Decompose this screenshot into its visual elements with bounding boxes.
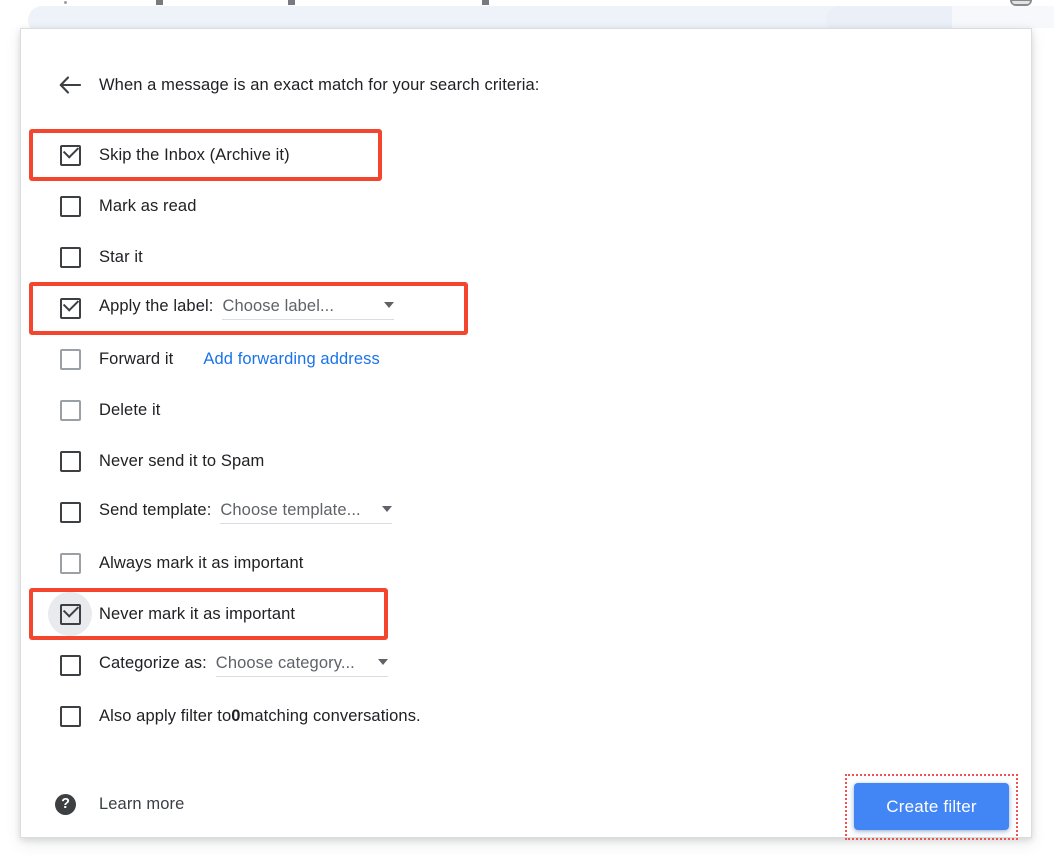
checkbox-box bbox=[59, 600, 81, 625]
checkbox-box bbox=[59, 348, 81, 370]
back-arrow-icon[interactable] bbox=[55, 70, 85, 100]
option-row-apply-label[interactable]: Apply the label: Choose label... bbox=[21, 291, 1031, 325]
chevron-down-icon bbox=[382, 506, 393, 512]
template-select-value: Choose template... bbox=[220, 500, 361, 519]
option-label: Never mark it as important bbox=[99, 604, 296, 623]
residual-search-bar bbox=[0, 0, 1054, 28]
checkbox-box bbox=[59, 654, 81, 676]
option-label: Send template: bbox=[99, 500, 212, 519]
checkbox-box bbox=[59, 552, 81, 574]
check-tick-icon bbox=[62, 600, 80, 618]
checkbox-box bbox=[59, 450, 81, 472]
checkbox-forward-it[interactable] bbox=[55, 344, 85, 374]
checkbox-never-mark-important[interactable] bbox=[48, 592, 92, 636]
checkbox-categorize-as[interactable] bbox=[55, 650, 85, 680]
option-row-star-it[interactable]: Star it bbox=[21, 240, 1031, 274]
add-forwarding-address-link[interactable]: Add forwarding address bbox=[203, 350, 379, 369]
option-row-forward-it[interactable]: Forward it Add forwarding address bbox=[21, 342, 1031, 376]
option-label-wrap: Send template: Choose template... bbox=[99, 500, 393, 524]
create-filter-button[interactable]: Create filter bbox=[854, 783, 1009, 830]
checkbox-also-apply-filter[interactable] bbox=[55, 701, 85, 731]
learn-more-label: Learn more bbox=[99, 794, 185, 813]
checkbox-box bbox=[59, 399, 81, 421]
option-row-skip-inbox[interactable]: Skip the Inbox (Archive it) bbox=[21, 138, 1031, 172]
chevron-down-icon bbox=[377, 659, 388, 665]
option-label: Delete it bbox=[99, 400, 161, 419]
option-label: Forward it bbox=[99, 349, 174, 368]
option-label: Never send it to Spam bbox=[99, 451, 265, 470]
checkbox-box bbox=[59, 501, 81, 523]
create-filter-card: When a message is an exact match for you… bbox=[20, 28, 1032, 840]
help-circle-icon: ? bbox=[55, 793, 76, 815]
chevron-down-icon bbox=[384, 302, 395, 308]
option-row-mark-as-read[interactable]: Mark as read bbox=[21, 189, 1031, 223]
checkbox-always-mark-important[interactable] bbox=[55, 548, 85, 578]
option-label: Apply the label: bbox=[99, 296, 214, 315]
checkbox-delete-it[interactable] bbox=[55, 395, 85, 425]
checkbox-box bbox=[59, 294, 81, 319]
ghost-dot bbox=[64, 1, 67, 4]
ghost-glyph bbox=[288, 0, 295, 5]
ghost-glyph bbox=[156, 0, 163, 5]
option-row-delete-it[interactable]: Delete it bbox=[21, 393, 1031, 427]
matching-conversations-count: 0 bbox=[231, 706, 241, 725]
option-label: Mark as read bbox=[99, 196, 197, 215]
checkbox-skip-inbox[interactable] bbox=[55, 140, 85, 170]
label-select-dropdown[interactable]: Choose label... bbox=[222, 296, 395, 320]
checkbox-box bbox=[59, 705, 81, 727]
page-title: When a message is an exact match for you… bbox=[99, 75, 540, 94]
checkbox-never-send-to-spam[interactable] bbox=[55, 446, 85, 476]
option-label: Star it bbox=[99, 247, 143, 266]
toolbar-ghost-far-right bbox=[952, 6, 1054, 28]
label-select-value: Choose label... bbox=[222, 296, 335, 315]
option-row-also-apply-filter[interactable]: Also apply filter to 0 matching conversa… bbox=[21, 699, 1031, 733]
checkbox-box bbox=[59, 195, 81, 217]
category-select-dropdown[interactable]: Choose category... bbox=[215, 653, 388, 677]
also-apply-prefix: Also apply filter to bbox=[99, 706, 232, 725]
checkbox-box bbox=[59, 141, 81, 166]
template-select-dropdown[interactable]: Choose template... bbox=[220, 500, 393, 524]
option-label: Categorize as: bbox=[99, 653, 207, 672]
learn-more-link[interactable]: ? Learn more bbox=[55, 789, 184, 819]
check-tick-icon bbox=[62, 294, 80, 312]
card-footer: ? Learn more Create filter bbox=[21, 774, 1031, 843]
option-label: Skip the Inbox (Archive it) bbox=[99, 145, 290, 164]
option-label-wrap: Also apply filter to 0 matching conversa… bbox=[99, 707, 421, 726]
filter-criteria-header: When a message is an exact match for you… bbox=[21, 70, 1031, 100]
account-avatar-ghost[interactable] bbox=[1010, 0, 1032, 6]
option-label-wrap: Categorize as: Choose category... bbox=[99, 654, 388, 677]
checkbox-box bbox=[59, 246, 81, 268]
option-label: Always mark it as important bbox=[99, 553, 304, 572]
checkbox-mark-as-read[interactable] bbox=[55, 191, 85, 221]
check-tick-icon bbox=[62, 141, 80, 159]
option-row-send-template[interactable]: Send template: Choose template... bbox=[21, 495, 1031, 529]
checkbox-send-template[interactable] bbox=[55, 497, 85, 527]
option-label-wrap: Forward it Add forwarding address bbox=[99, 350, 380, 369]
ghost-glyph bbox=[482, 0, 489, 5]
also-apply-suffix: matching conversations. bbox=[240, 706, 421, 725]
option-label-wrap: Apply the label: Choose label... bbox=[99, 296, 395, 320]
category-select-value: Choose category... bbox=[215, 653, 355, 672]
option-row-never-send-to-spam[interactable]: Never send it to Spam bbox=[21, 444, 1031, 478]
option-row-always-mark-important[interactable]: Always mark it as important bbox=[21, 546, 1031, 580]
option-row-categorize-as[interactable]: Categorize as: Choose category... bbox=[21, 648, 1031, 682]
checkbox-star-it[interactable] bbox=[55, 242, 85, 272]
option-row-never-mark-important[interactable]: Never mark it as important bbox=[21, 592, 1031, 636]
checkbox-apply-label[interactable] bbox=[55, 293, 85, 323]
